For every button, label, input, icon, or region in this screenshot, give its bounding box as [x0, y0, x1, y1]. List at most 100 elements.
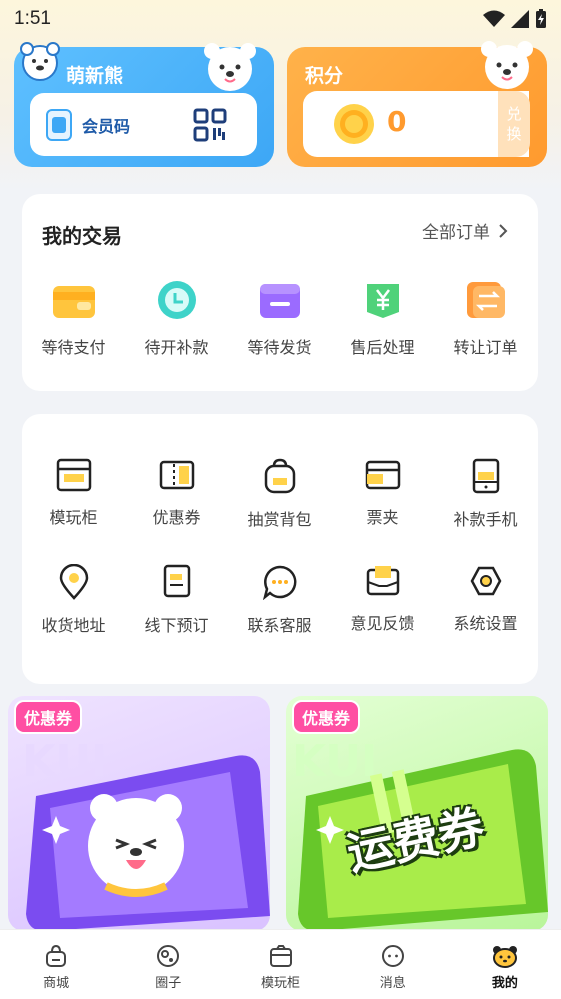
points-card[interactable]: 积分 0 兑 换 — [287, 41, 547, 167]
promo-tag: 优惠券 — [14, 700, 83, 734]
tool-contact-support[interactable]: 联系客服 — [228, 564, 331, 636]
backpack-icon — [264, 458, 295, 494]
chevron-right-icon — [499, 223, 508, 238]
tool-feedback[interactable]: 意见反馈 — [331, 564, 434, 636]
exchange-label-char: 换 — [506, 125, 522, 143]
promo-tag: 优惠券 — [292, 700, 361, 734]
receipt-icon — [163, 564, 190, 598]
nav-label: 模玩柜 — [261, 976, 301, 991]
qr-code-icon — [193, 108, 227, 142]
yen-icon — [366, 284, 399, 318]
chat-icon — [262, 565, 296, 600]
nav-item-mine[interactable]: 我的 — [449, 930, 561, 999]
status-time: 1:51 — [14, 8, 51, 29]
tool-label: 模玩柜 — [49, 508, 98, 527]
tool-ticket-holder[interactable]: 票夹 — [331, 458, 434, 530]
member-card-icon — [46, 109, 72, 141]
nav-label: 消息 — [379, 976, 406, 991]
member-code-label: 会员码 — [82, 117, 131, 136]
coin-icon — [334, 104, 374, 144]
feedback-icon — [366, 566, 399, 596]
nav-item-circle[interactable]: 圈子 — [112, 930, 224, 999]
coupon-icon — [159, 460, 194, 490]
tool-label: 优惠券 — [152, 508, 201, 527]
trade-item-label: 转让订单 — [453, 338, 518, 357]
svg-text:KUI: KUI — [22, 736, 107, 787]
points-value: 0 — [387, 105, 407, 138]
bear-mascot-icon — [481, 41, 533, 89]
tool-label: 系统设置 — [453, 614, 518, 633]
tool-label: 线下预订 — [144, 616, 209, 635]
tool-offline-booking[interactable]: 线下预订 — [125, 564, 228, 636]
trade-item-pending-payment[interactable]: 等待支付 — [22, 280, 125, 358]
tool-label: 票夹 — [366, 508, 399, 527]
nav-item-cabinet[interactable]: 模玩柜 — [224, 930, 336, 999]
tool-label: 收货地址 — [41, 616, 106, 635]
circle-icon — [157, 945, 180, 967]
points-card-title: 积分 — [305, 65, 344, 87]
message-icon — [381, 945, 404, 967]
my-trade-title: 我的交易 — [42, 224, 122, 248]
settings-icon — [470, 566, 501, 596]
cabinet-icon — [269, 945, 292, 967]
clock-icon — [157, 281, 196, 319]
member-card-title: 萌新熊 — [66, 65, 124, 87]
location-icon — [59, 564, 88, 600]
my-trade-panel: 我的交易 全部订单 等待支付 待开补款 等待发货 售后处理 转让订单 — [22, 194, 538, 391]
battery-icon — [536, 9, 546, 28]
all-orders-label: 全部订单 — [422, 223, 490, 243]
exchange-button[interactable]: 兑 换 — [498, 91, 530, 157]
tools-row-2: 收货地址 线下预订 联系客服 意见反馈 系统设置 — [22, 564, 538, 636]
box-icon — [259, 284, 300, 318]
tools-row-1: 模玩柜 优惠券 抽赏背包 票夹 补款手机 — [22, 458, 538, 530]
nav-item-shop[interactable]: 商城 — [0, 930, 112, 999]
phone-icon — [472, 458, 499, 494]
tool-prize-backpack[interactable]: 抽赏背包 — [228, 458, 331, 530]
tool-model-cabinet[interactable]: 模玩柜 — [22, 458, 125, 530]
nav-label: 商城 — [43, 976, 70, 991]
trade-status-row: 等待支付 待开补款 等待发货 售后处理 转让订单 — [22, 280, 538, 358]
tool-supplement-phone[interactable]: 补款手机 — [434, 458, 537, 530]
wifi-icon — [483, 10, 505, 27]
tool-label: 意见反馈 — [350, 614, 415, 633]
trade-item-label: 等待支付 — [41, 338, 106, 357]
trade-item-label: 售后处理 — [350, 338, 415, 357]
all-orders-link[interactable]: 全部订单 — [422, 218, 508, 243]
transfer-icon — [466, 282, 505, 318]
tool-system-settings[interactable]: 系统设置 — [434, 564, 537, 636]
exchange-label-char: 兑 — [506, 105, 522, 123]
trade-item-transfer-orders[interactable]: 转让订单 — [434, 280, 537, 358]
nav-item-messages[interactable]: 消息 — [337, 930, 449, 999]
tool-label: 抽赏背包 — [247, 510, 312, 529]
points-display: 0 — [303, 91, 529, 157]
shop-icon — [46, 944, 67, 967]
svg-text:KUI: KUI — [292, 736, 377, 787]
member-code-button[interactable]: 会员码 — [30, 93, 257, 156]
coupon-ticket-illustration: KUI — [22, 736, 270, 931]
trade-item-pending-supplement[interactable]: 待开补款 — [125, 280, 228, 358]
tools-panel: 模玩柜 优惠券 抽赏背包 票夹 补款手机 收货地址 线下预订 联系客服 意见反馈… — [22, 414, 538, 684]
member-card[interactable]: 萌新熊 会员码 — [14, 42, 274, 167]
tool-label: 联系客服 — [247, 616, 312, 635]
tool-coupons[interactable]: 优惠券 — [125, 458, 228, 530]
cabinet-icon — [56, 458, 91, 492]
wallet-icon — [52, 286, 95, 318]
ticket-holder-icon — [365, 460, 400, 490]
trade-item-label: 待开补款 — [144, 338, 209, 357]
tool-label: 补款手机 — [453, 510, 518, 529]
status-bar: 1:51 — [0, 0, 561, 38]
signal-icon — [511, 10, 529, 28]
trade-item-after-sales[interactable]: 售后处理 — [331, 280, 434, 358]
promo-coupon-banner[interactable]: KUI 优惠券 — [8, 696, 270, 931]
bear-icon — [492, 946, 517, 968]
tool-shipping-address[interactable]: 收货地址 — [22, 564, 125, 636]
bear-mascot-icon — [204, 43, 256, 91]
status-icons — [483, 9, 547, 29]
nav-label: 圈子 — [155, 976, 182, 991]
nav-label: 我的 — [491, 976, 518, 991]
trade-item-label: 等待发货 — [247, 338, 312, 357]
promo-shipping-coupon-banner[interactable]: KUI 运费券 优惠券 — [286, 696, 548, 931]
bear-mascot-icon — [20, 42, 60, 81]
trade-item-pending-shipment[interactable]: 等待发货 — [228, 280, 331, 358]
bottom-nav: 商城 圈子 模玩柜 消息 我的 — [0, 929, 561, 999]
